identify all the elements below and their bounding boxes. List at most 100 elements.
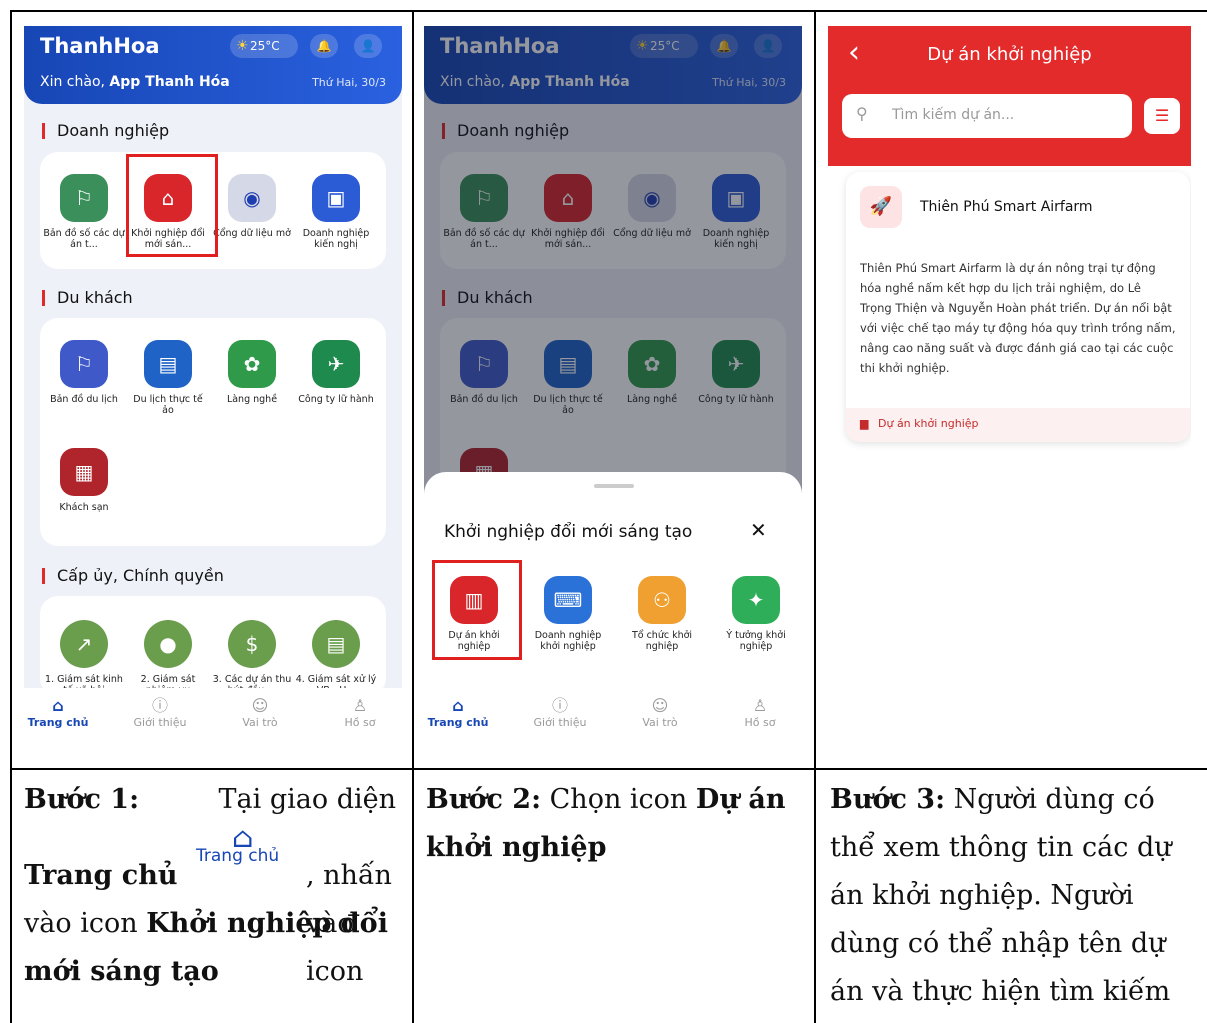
tab-label: Trang chủ [427,716,489,729]
tab-label: Vai trò [642,716,678,729]
project-tag: Dự án khởi nghiệp [878,417,979,430]
page-title: Dự án khởi nghiệp [927,44,1092,65]
hotel-icon: ▦ [60,448,108,496]
role-icon: ☺ [651,696,669,715]
sun-icon: ☀ [236,38,249,54]
search-input[interactable]: ⚲ Tìm kiếm dự án... [842,94,1132,138]
tab-bar: ⌂ Trang chủ ⓘ Giới thiệu ☺ Vai trò ♙ Hồ sơ [24,688,402,744]
step1-phone-screen: ThanhHoa ☀ 25°C 🔔 👤 Xin chào, App Thanh H… [24,26,402,744]
close-icon[interactable]: ✕ [750,518,767,542]
gov-card: ↗1. Giám sát kinh tế xã hội●2. Giám sát … [40,596,386,696]
tourist-card: ⚐ Bản đồ du lịch ▤ Du lịch thực tế ảo ✿ Làng … [40,318,386,546]
map-icon: ⚐ [60,174,108,222]
chart-growth-icon: ↗ [60,620,108,668]
tile-investment[interactable]: $3. Các dự án thu hút đầu ... [210,620,294,696]
tab-label: Vai trò [242,716,278,729]
folder-icon: ▆ [860,417,869,430]
tile-label: Bản đồ du lịch [50,394,118,405]
sheet-title: Khởi nghiệp đổi mới sáng tạo [444,522,693,542]
tour-company-icon: ✈ [312,340,360,388]
tile-travel-map[interactable]: ⚐ Bản đồ du lịch [42,340,126,405]
section-tourist-title: Du khách [42,290,133,306]
tab-info[interactable]: ⓘ Giới thiệu [520,696,600,729]
tile-label: Làng nghề [226,394,278,405]
step2-caption: Bước 2: Chọn icon Dự án khởi nghiệp [426,784,786,863]
tab-label: Hồ sơ [744,716,776,729]
highlight-project-tile [432,560,522,660]
sheet-handle[interactable] [594,484,634,488]
weather-badge: ☀ 25°C [230,34,298,58]
tile-chart-growth[interactable]: ↗1. Giám sát kinh tế xã hội [42,620,126,696]
tile-briefcase[interactable]: ▣ Doanh nghiệp kiến nghị [294,174,378,250]
travel-map-icon: ⚐ [60,340,108,388]
tile-craft-village[interactable]: ✿ Làng nghề [210,340,294,405]
profile-icon: ♙ [752,696,768,715]
tile-open-data[interactable]: ◉ Cổng dữ liệu mở [210,174,294,239]
luggage-icon: ▤ [144,340,192,388]
craft-village-icon: ✿ [228,340,276,388]
project-tag-bar: ▆ Dự án khởi nghiệp [846,408,1190,442]
section-business-title: Doanh nghiệp [42,123,169,139]
rocket-icon: 🚀 [860,186,902,228]
filter-icon[interactable]: ☰ [1144,98,1180,134]
info-icon: ⓘ [151,696,168,715]
tile-coin-task[interactable]: ●2. Giám sát nhiệm vụ [126,620,210,696]
step1-caption: Bước 1: Tại giao diện ⌂ Trang chủ Trang … [24,784,396,987]
user-icon[interactable]: 👤 [354,34,382,58]
project-card[interactable]: 🚀 Thiên Phú Smart Airfarm Thiên Phú Smar… [846,172,1190,442]
tile-label: Cổng dữ liệu mở [213,228,291,239]
tile-label: Tổ chức khởi nghiệp [631,630,693,652]
tab-role[interactable]: ☺ Vai trò [220,696,300,729]
tab-home[interactable]: ⌂ Trang chủ [424,696,498,729]
role-icon: ☺ [251,696,269,715]
tab-role[interactable]: ☺ Vai trò [620,696,700,729]
project-list-header: ‹ Dự án khởi nghiệp ⚲ Tìm kiếm dự án... … [828,26,1191,166]
brand-title: ThanhHoa [40,34,160,58]
greeting: Xin chào, App Thanh Hóa [40,74,230,90]
tab-profile[interactable]: ♙ Hồ sơ [320,696,400,729]
tab-label: Hồ sơ [344,716,376,729]
section-gov-title: Cấp ủy, Chính quyền [42,568,224,584]
coin-task-icon: ● [144,620,192,668]
step3-caption: Bước 3: Người dùng có thể xem thông tin … [830,784,1172,1007]
home-icon: ⌂ [452,696,464,715]
tile-label: Doanh nghiệp kiến nghị [302,228,370,250]
tile-label: Doanh nghiệp khởi nghiệp [534,630,602,652]
idea-icon: ✦ [732,576,780,624]
tile-organization[interactable]: ⚇ Tổ chức khởi nghiệp [620,576,704,652]
tile-label: Khách sạn [59,502,109,513]
app-header: ThanhHoa ☀ 25°C 🔔 👤 Xin chào, App Thanh H… [24,26,402,104]
tab-label: Giới thiệu [533,716,587,729]
date-label: Thứ Hai, 30/3 [312,76,386,89]
tile-hotel[interactable]: ▦ Khách sạn [42,448,126,513]
profile-icon: ♙ [352,696,368,715]
tab-profile[interactable]: ♙ Hồ sơ [720,696,800,729]
tile-document[interactable]: ▤4. Giám sát xử lý VB - H... [294,620,378,696]
tab-info[interactable]: ⓘ Giới thiệu [120,696,200,729]
rocket-laptop-icon: ⌨ [544,576,592,624]
tab-label: Giới thiệu [133,716,187,729]
step3-phone-screen: ‹ Dự án khởi nghiệp ⚲ Tìm kiếm dự án... … [828,26,1191,744]
tab-bar: ⌂ Trang chủ ⓘ Giới thiệu ☺ Vai trò ♙ Hồ sơ [424,688,802,744]
search-icon: ⚲ [856,104,868,123]
tile-map[interactable]: ⚐ Bản đồ số các dự án t... [42,174,126,250]
tile-idea[interactable]: ✦ Ý tưởng khởi nghiệp [714,576,798,652]
investment-icon: $ [228,620,276,668]
tile-label: Ý tưởng khởi nghiệp [726,630,786,652]
organization-icon: ⚇ [638,576,686,624]
tile-label: Bản đồ số các dự án t... [43,228,125,250]
tile-rocket-laptop[interactable]: ⌨ Doanh nghiệp khởi nghiệp [526,576,610,652]
temperature: 25°C [250,39,280,53]
document-icon: ▤ [312,620,360,668]
project-description: Thiên Phú Smart Airfarm là dự án nông tr… [860,261,1176,375]
search-placeholder: Tìm kiếm dự án... [892,107,1015,123]
tab-label: Trang chủ [27,716,89,729]
project-name: Thiên Phú Smart Airfarm [920,199,1093,215]
info-icon: ⓘ [551,696,568,715]
open-data-icon: ◉ [228,174,276,222]
bell-icon[interactable]: 🔔 [310,34,338,58]
tile-luggage[interactable]: ▤ Du lịch thực tế ảo [126,340,210,416]
tab-home[interactable]: ⌂ Trang chủ [24,696,98,729]
tile-tour-company[interactable]: ✈ Công ty lữ hành [294,340,378,405]
highlight-startup-tile [126,154,218,257]
